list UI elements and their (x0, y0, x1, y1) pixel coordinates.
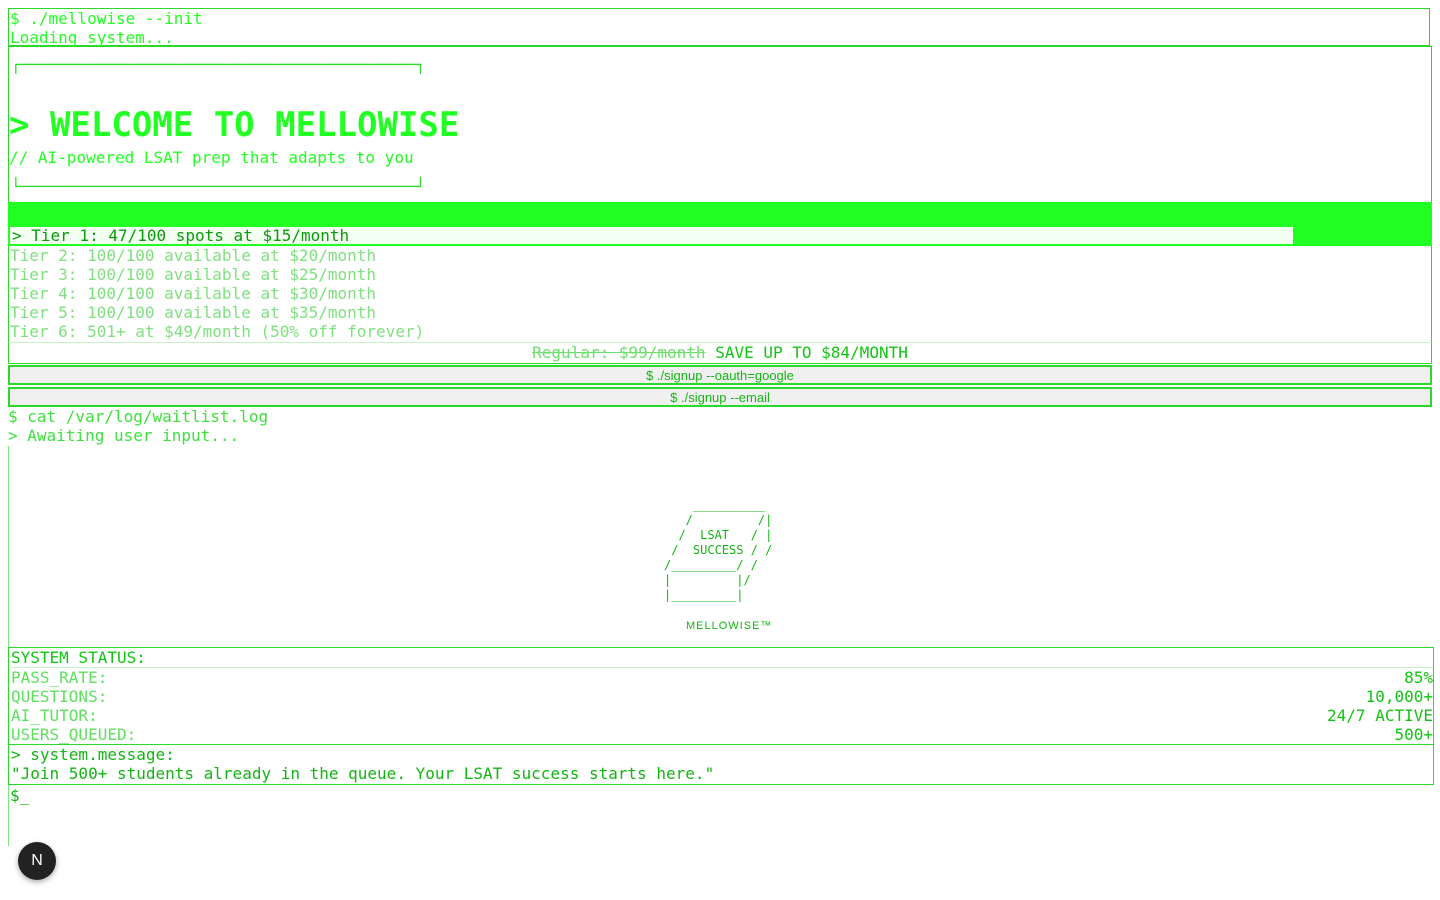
log-command: $ cat /var/log/waitlist.log (8, 407, 269, 426)
status-row: AI_TUTOR: 24/7 ACTIVE (11, 706, 1433, 725)
signup-google-button[interactable]: $ ./signup --oauth=google (8, 365, 1432, 385)
tier-list: Tier 2: 100/100 available at $20/month T… (8, 246, 1432, 342)
regular-price: Regular: $99/month (532, 343, 706, 362)
hero-subtitle: // AI-powered LSAT prep that adapts to y… (9, 148, 414, 167)
brand-wordmark: MELLOWISE™ (686, 620, 773, 632)
savings-label: SAVE UP TO $84/MONTH (715, 343, 908, 362)
status-value: 24/7 ACTIVE (1327, 706, 1433, 725)
status-row: QUESTIONS: 10,000+ (11, 687, 1433, 706)
message-label: > system.message: (11, 745, 175, 764)
boot-panel: $ ./mellowise --init Loading system... (8, 8, 1430, 47)
status-key: QUESTIONS: (11, 687, 108, 706)
signup-email-button[interactable]: $ ./signup --email (8, 387, 1432, 407)
boot-status: Loading system... (10, 28, 174, 47)
status-key: PASS_RATE: (11, 668, 108, 687)
tier-1-option[interactable]: > Tier 1: 47/100 spots at $15/month (10, 227, 1293, 244)
status-key: AI_TUTOR: (11, 706, 98, 725)
hero-frame-bottom: └───────────────────────────────────────… (11, 177, 426, 196)
message-text: "Join 500+ students already in the queue… (11, 764, 715, 783)
system-status-panel: SYSTEM STATUS: PASS_RATE: 85% QUESTIONS:… (8, 647, 1434, 745)
log-status: > Awaiting user input... (8, 426, 240, 445)
tier-item: Tier 4: 100/100 available at $30/month (10, 284, 377, 303)
status-value: 85% (1404, 668, 1433, 687)
tier-item: Tier 2: 100/100 available at $20/month (10, 246, 377, 265)
next-dev-indicator-button[interactable]: N (18, 842, 56, 880)
system-message-panel: > system.message: "Join 500+ students al… (8, 745, 1434, 785)
page-title: > WELCOME TO MELLOWISE (9, 105, 460, 145)
waitlist-log: $ cat /var/log/waitlist.log > Awaiting u… (8, 407, 1432, 445)
terminal-prompt[interactable]: $_ (10, 786, 29, 805)
tier-item: Tier 6: 501+ at $49/month (50% off forev… (10, 322, 425, 341)
status-value: 10,000+ (1365, 687, 1433, 706)
tier-item: Tier 5: 100/100 available at $35/month (10, 303, 377, 322)
hero-frame-top: ┌───────────────────────────────────────… (11, 55, 426, 74)
status-row: USERS_QUEUED: 500+ (11, 725, 1433, 744)
status-row: PASS_RATE: 85% (11, 667, 1433, 687)
lsat-success-ascii-art: __________ / /| / LSAT / | / SUCCESS / /… (664, 498, 773, 602)
status-value: 500+ (1394, 725, 1433, 744)
pricing-line: Regular: $99/month SAVE UP TO $84/MONTH (8, 342, 1432, 364)
hero-panel: ┌───────────────────────────────────────… (8, 46, 1432, 204)
divider (8, 446, 9, 846)
tier-item: Tier 3: 100/100 available at $25/month (10, 265, 377, 284)
status-title: SYSTEM STATUS: (11, 648, 146, 667)
boot-command: $ ./mellowise --init (10, 9, 203, 28)
status-key: USERS_QUEUED: (11, 725, 137, 744)
